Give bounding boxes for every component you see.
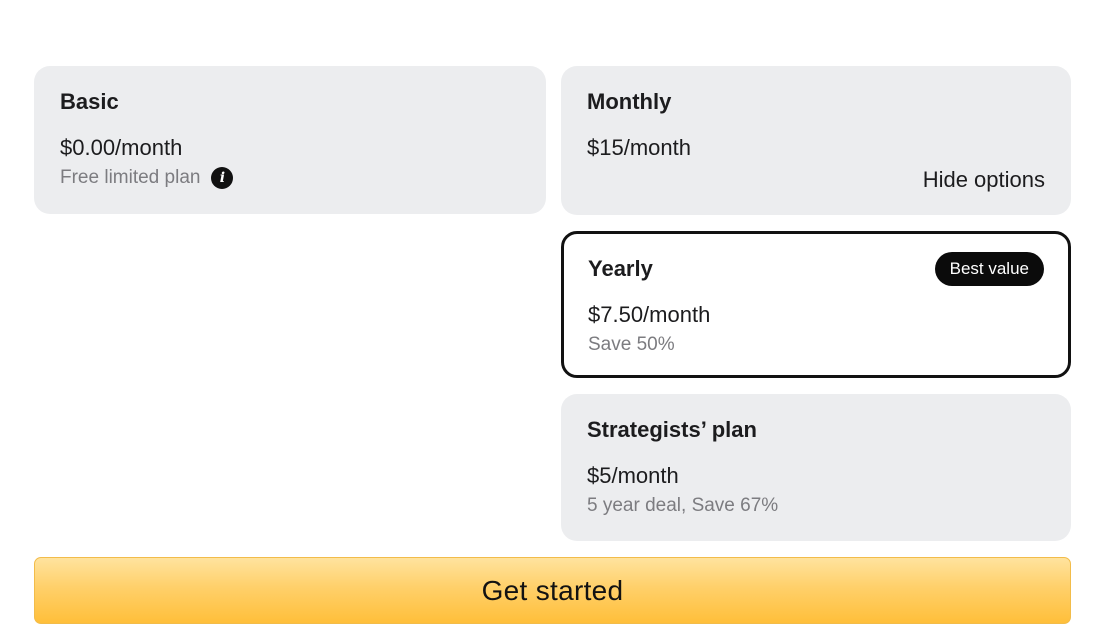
- plan-price-strategists: $5/month: [587, 463, 679, 488]
- plan-card-basic[interactable]: Basic $0.00/month Free limited plan i: [34, 66, 546, 214]
- get-started-button[interactable]: Get started: [34, 557, 1071, 624]
- pricing-page: Basic $0.00/month Free limited plan i Mo…: [0, 0, 1108, 633]
- plan-card-monthly[interactable]: Monthly $15/month Hide options: [561, 66, 1071, 215]
- plan-subtitle-basic-text: Free limited plan: [60, 167, 201, 188]
- plan-subtitle-yearly: Save 50%: [588, 334, 675, 355]
- plan-subtitle-basic: Free limited plan i: [60, 166, 520, 190]
- plan-subtitle-strategists: 5 year deal, Save 67%: [587, 495, 779, 516]
- best-value-badge: Best value: [934, 252, 1044, 286]
- plan-price-monthly: $15/month: [587, 135, 691, 160]
- plan-price-basic: $0.00/month: [60, 135, 183, 160]
- plan-title-basic: Basic: [60, 89, 119, 114]
- info-icon[interactable]: i: [211, 167, 234, 189]
- plan-card-strategists[interactable]: Strategists’ plan $5/month 5 year deal, …: [561, 394, 1071, 541]
- plan-card-yearly[interactable]: Yearly Best value $7.50/month Save 50%: [561, 231, 1071, 378]
- plan-title-monthly: Monthly: [587, 89, 672, 114]
- plan-title-strategists: Strategists’ plan: [587, 417, 757, 442]
- plan-price-yearly: $7.50/month: [588, 302, 711, 327]
- hide-options-button[interactable]: Hide options: [923, 166, 1045, 194]
